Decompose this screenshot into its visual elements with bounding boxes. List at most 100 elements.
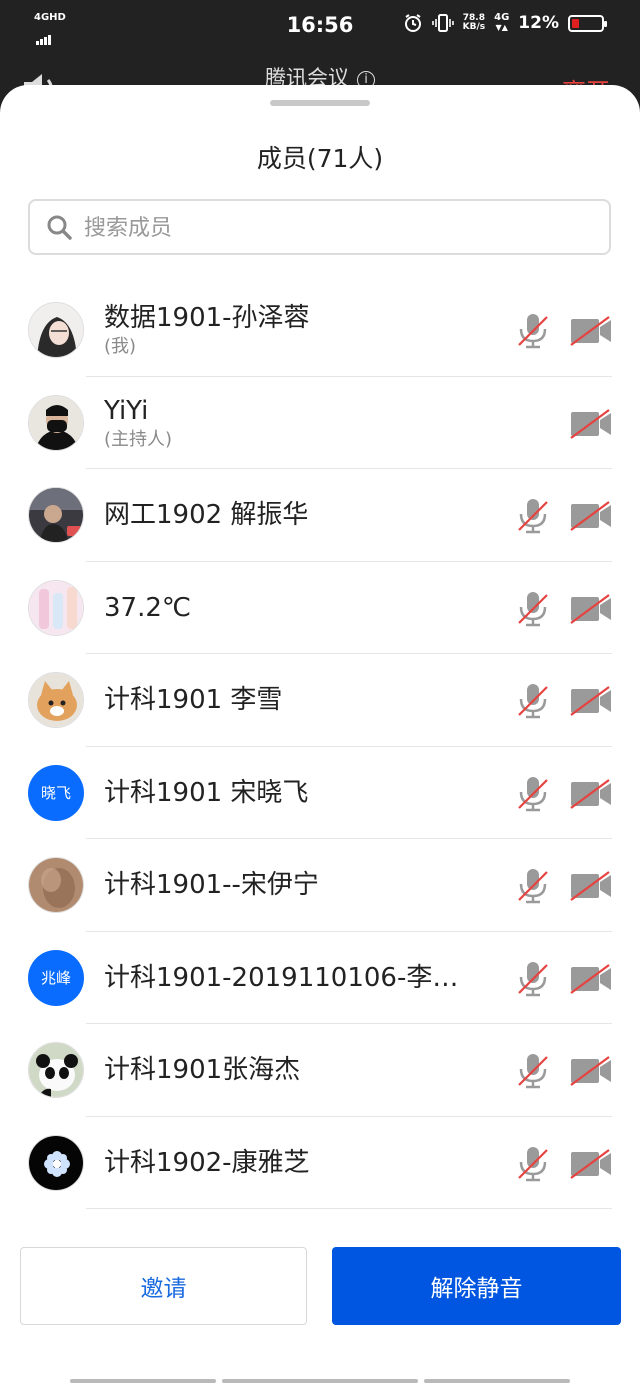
camera-status[interactable] xyxy=(569,316,613,350)
camera-off-icon[interactable] xyxy=(569,1148,613,1179)
avatar[interactable] xyxy=(28,302,84,358)
camera-off-icon[interactable] xyxy=(569,501,613,531)
camera-status[interactable] xyxy=(569,593,613,628)
sheet-title: 成员(71人) xyxy=(256,144,384,173)
unmute-button[interactable]: 解除静音 xyxy=(332,1247,621,1325)
member-row[interactable]: 数据1901-孙泽蓉 (我) xyxy=(0,284,640,377)
avatar[interactable] xyxy=(28,857,84,913)
camera-off-icon[interactable] xyxy=(569,408,613,439)
vibrate-icon xyxy=(431,14,454,32)
camera-status[interactable] xyxy=(569,778,613,813)
mic-muted-icon[interactable] xyxy=(516,1145,550,1183)
avatar[interactable] xyxy=(28,579,84,636)
camera-off-icon[interactable] xyxy=(569,871,613,901)
sheet-drag-handle[interactable] xyxy=(270,100,370,106)
mic-muted-icon[interactable] xyxy=(516,497,550,535)
member-name: 计科1901张海杰 xyxy=(104,1055,301,1085)
avatar[interactable]: 晓飞 xyxy=(28,764,84,821)
camera-status[interactable] xyxy=(569,408,613,443)
member-name: YiYi xyxy=(104,395,149,426)
mic-status[interactable] xyxy=(516,682,550,724)
member-row[interactable]: 晓飞 计科1901 宋晓飞 xyxy=(0,747,640,839)
mic-muted-icon[interactable] xyxy=(516,775,550,813)
camera-status[interactable] xyxy=(569,871,613,905)
mic-muted-icon[interactable] xyxy=(516,682,550,720)
search-input[interactable] xyxy=(82,201,586,255)
mic-muted-icon[interactable] xyxy=(516,312,550,350)
mic-status[interactable] xyxy=(516,590,550,632)
mic-status[interactable] xyxy=(516,1145,550,1187)
avatar[interactable] xyxy=(28,394,84,451)
invite-button[interactable]: 邀请 xyxy=(20,1247,307,1325)
member-row[interactable]: 计科1901张海杰 xyxy=(0,1024,640,1117)
mic-status[interactable] xyxy=(516,960,550,1002)
member-info: 数据1901-孙泽蓉 (我) xyxy=(104,284,484,376)
mic-status[interactable] xyxy=(516,1052,550,1094)
member-row[interactable]: 兆峰 计科1901-2019110106-李… xyxy=(0,932,640,1024)
member-info: YiYi (主持人) xyxy=(104,377,484,469)
mic-muted-icon[interactable] xyxy=(516,960,550,998)
member-row[interactable]: 37.2℃ xyxy=(0,562,640,654)
camera-off-icon[interactable] xyxy=(569,316,613,346)
alarm-icon xyxy=(404,14,421,32)
member-info: 网工1902 解振华 xyxy=(104,469,484,561)
avatar-initials: 兆峰 xyxy=(40,969,71,987)
member-name: 数据1901-孙泽蓉 xyxy=(104,303,310,333)
member-row[interactable]: 网工1902 解振华 xyxy=(0,469,640,562)
camera-status[interactable] xyxy=(569,686,613,720)
screen: 4GHD 16:56 78.8 KB/s 4G ▼▲ 12% 腾讯会议 i 成员… xyxy=(0,0,640,1386)
mic-status[interactable] xyxy=(516,312,550,354)
camera-status[interactable] xyxy=(569,1148,613,1183)
camera-off-icon[interactable] xyxy=(569,593,613,624)
status-bar: 4GHD 16:56 78.8 KB/s 4G ▼▲ 12% xyxy=(0,0,640,52)
battery-percent: 12% xyxy=(518,13,559,33)
members-sheet: 成员(71人) 数据1901-孙泽蓉 (我) YiYi(主持人) 网工1902 解振… xyxy=(0,85,640,1386)
member-role: (主持人) xyxy=(104,428,173,450)
battery-fill xyxy=(572,18,579,28)
member-info: 计科1901--宋伊宁 xyxy=(104,839,484,931)
member-list[interactable]: 数据1901-孙泽蓉 (我) YiYi (主持人) 网工1902 解振华 37.2℃ 计科… xyxy=(0,284,640,1209)
mic-muted-icon[interactable] xyxy=(516,1052,550,1090)
gesture-nav-bar xyxy=(0,1375,640,1386)
mic-muted-icon[interactable] xyxy=(516,590,550,628)
member-row[interactable]: 计科1901--宋伊宁 xyxy=(0,839,640,932)
status-icons: 78.8 KB/s 4G ▼▲ 12% xyxy=(403,12,607,33)
member-name: 计科1901--宋伊宁 xyxy=(104,870,319,900)
member-name: 37.2℃ xyxy=(104,592,192,623)
avatar[interactable] xyxy=(28,1042,84,1098)
member-name: 网工1902 解振华 xyxy=(104,500,309,530)
camera-off-icon[interactable] xyxy=(569,686,613,716)
avatar-initials: 晓飞 xyxy=(40,784,71,802)
data-arrows-icon: ▼▲ xyxy=(495,23,508,32)
member-name: 计科1902-康雅芝 xyxy=(104,1147,310,1178)
member-name: 计科1901 李雪 xyxy=(104,685,283,715)
camera-status[interactable] xyxy=(569,963,613,998)
camera-off-icon[interactable] xyxy=(569,1056,613,1086)
camera-off-icon[interactable] xyxy=(569,778,613,809)
member-info: 计科1901 宋晓飞 xyxy=(104,747,484,839)
member-role: (我) xyxy=(104,336,137,357)
member-row[interactable]: 计科1902-康雅芝 xyxy=(0,1117,640,1209)
camera-off-icon[interactable] xyxy=(569,963,613,994)
member-row[interactable]: 计科1901 李雪 xyxy=(0,654,640,747)
member-info: 计科1901 李雪 xyxy=(104,654,484,746)
camera-status[interactable] xyxy=(569,501,613,535)
avatar[interactable]: 兆峰 xyxy=(28,949,84,1006)
member-name: 计科1901-2019110106-李… xyxy=(104,962,459,993)
member-name: 计科1901 宋晓飞 xyxy=(104,777,309,808)
search-box[interactable] xyxy=(28,199,611,255)
mic-status[interactable] xyxy=(516,497,550,539)
net-type-label: 4G xyxy=(494,12,510,23)
mic-status[interactable] xyxy=(516,775,550,817)
avatar[interactable] xyxy=(28,487,84,543)
member-info: 计科1901-2019110106-李… xyxy=(104,932,484,1024)
battery-icon xyxy=(568,14,607,32)
avatar[interactable] xyxy=(28,672,84,728)
camera-status[interactable] xyxy=(569,1056,613,1090)
mic-muted-icon[interactable] xyxy=(516,867,550,905)
member-info: 37.2℃ xyxy=(104,562,484,654)
search-icon xyxy=(47,215,72,240)
mic-status[interactable] xyxy=(516,867,550,909)
avatar[interactable] xyxy=(28,1134,84,1191)
member-row[interactable]: YiYi (主持人) xyxy=(0,377,640,469)
